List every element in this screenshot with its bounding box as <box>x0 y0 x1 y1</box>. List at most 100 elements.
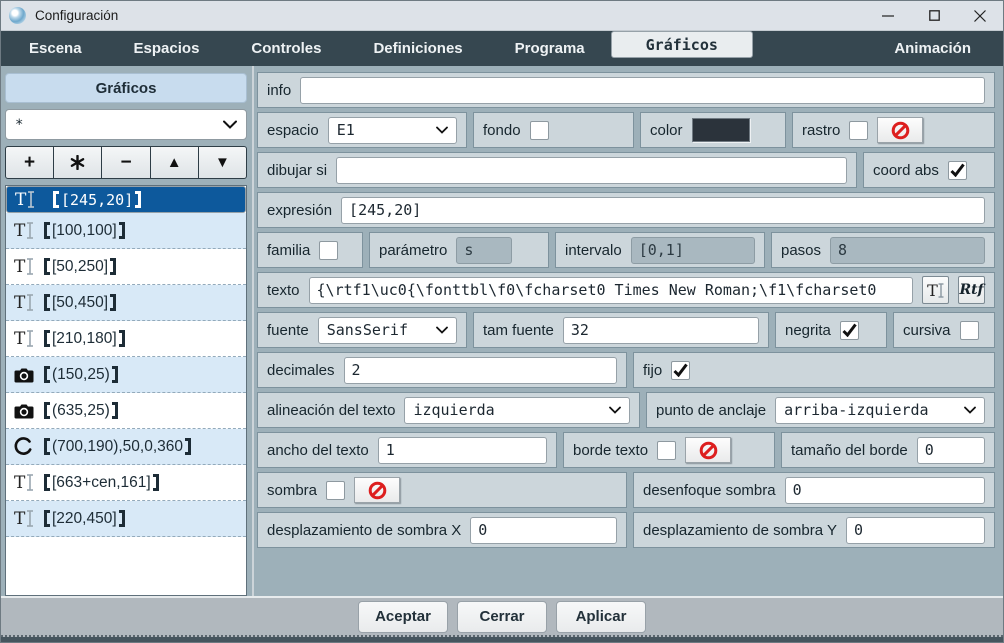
list-item[interactable]: T [50,250] <box>6 249 246 285</box>
fuente-group: fuente SansSerif <box>257 312 467 348</box>
despl-x-label: desplazamiento de sombra X <box>267 522 461 539</box>
rastro-checkbox[interactable] <box>849 121 868 140</box>
aplicar-button[interactable]: Aplicar <box>556 601 646 633</box>
text-cursor-icon: T <box>14 329 44 349</box>
fuente-select[interactable]: SansSerif <box>318 317 457 344</box>
intervalo-label: intervalo <box>565 242 622 259</box>
tab-definiciones[interactable]: Definiciones <box>347 31 488 66</box>
item-label: [100,100] <box>44 222 125 240</box>
despl-x-group: desplazamiento de sombra X 0 <box>257 512 627 548</box>
cerrar-button[interactable]: Cerrar <box>457 601 547 633</box>
triangle-up-icon: ▲ <box>167 154 182 171</box>
tab-graficos[interactable]: Gráficos <box>611 31 753 58</box>
minimize-button[interactable] <box>865 1 911 30</box>
decimales-group: decimales 2 <box>257 352 627 388</box>
plain-text-button[interactable]: T <box>922 276 949 304</box>
alineacion-select[interactable]: izquierda <box>404 397 630 424</box>
text-cursor-icon: T <box>927 281 938 300</box>
borde-texto-checkbox[interactable] <box>657 441 676 460</box>
rastro-group: rastro <box>792 112 995 148</box>
rastro-clear-button[interactable] <box>877 117 923 143</box>
text-cursor-icon: T <box>14 293 44 313</box>
fijo-checkbox[interactable] <box>671 361 690 380</box>
ancho-texto-input[interactable]: 1 <box>378 437 547 464</box>
pasos-label: pasos <box>781 242 821 259</box>
list-item[interactable]: T [100,100] <box>6 213 246 249</box>
color-swatch[interactable] <box>692 118 750 142</box>
window-bottom-edge <box>1 637 1003 642</box>
expresion-input[interactable]: [245,20] <box>341 197 985 224</box>
minimize-icon <box>882 10 894 22</box>
aceptar-button[interactable]: Aceptar <box>358 601 448 633</box>
tab-espacios[interactable]: Espacios <box>108 31 226 66</box>
list-item[interactable]: T [50,450] <box>6 285 246 321</box>
texto-input[interactable]: {\rtf1\uc0{\fonttbl\f0\fcharset0 Times N… <box>309 277 913 304</box>
despl-x-input[interactable]: 0 <box>470 517 617 544</box>
list-item[interactable]: (700,190),50,0,360 <box>6 429 246 465</box>
graphics-list: T [245,20] T [100,100] T [50,250] T [50,… <box>5 185 247 596</box>
rastro-label: rastro <box>802 122 840 139</box>
close-icon <box>974 10 986 22</box>
color-group: color <box>640 112 786 148</box>
dibujar-si-label: dibujar si <box>267 162 327 179</box>
rtf-editor-button[interactable]: Rtf <box>958 276 985 304</box>
sombra-checkbox[interactable] <box>326 481 345 500</box>
move-up-button[interactable]: ▲ <box>150 146 199 179</box>
tab-animacion[interactable]: Animación <box>868 31 997 66</box>
check-icon <box>673 363 688 377</box>
check-icon <box>950 163 965 177</box>
cursiva-checkbox[interactable] <box>960 321 979 340</box>
list-item[interactable]: T [210,180] <box>6 321 246 357</box>
text-cursor-icon: T <box>14 473 44 493</box>
maximize-button[interactable] <box>911 1 957 30</box>
duplicate-graphic-button[interactable] <box>53 146 102 179</box>
chevron-down-icon <box>436 126 448 134</box>
despl-y-input[interactable]: 0 <box>846 517 985 544</box>
remove-graphic-button[interactable]: − <box>101 146 150 179</box>
list-item[interactable]: (635,25) <box>6 393 246 429</box>
window-controls <box>865 1 1003 30</box>
cursiva-label: cursiva <box>903 322 951 339</box>
item-label: [220,450] <box>44 510 125 528</box>
tamano-borde-input[interactable]: 0 <box>917 437 985 464</box>
decimales-input[interactable]: 2 <box>344 357 617 384</box>
text-cursor-icon: T <box>14 509 44 529</box>
list-item[interactable]: T [663+cen,161] <box>6 465 246 501</box>
coord-abs-checkbox[interactable] <box>948 161 967 180</box>
anclaje-select[interactable]: arriba-izquierda <box>775 397 985 424</box>
fondo-label: fondo <box>483 122 521 139</box>
tab-controles[interactable]: Controles <box>225 31 347 66</box>
forbidden-icon <box>368 481 387 500</box>
dibujar-si-input[interactable] <box>336 157 847 184</box>
dialog-body: Gráficos * + − ▲ ▼ T [245,20] <box>1 66 1003 596</box>
move-down-button[interactable]: ▼ <box>198 146 247 179</box>
list-item[interactable]: T [245,20] <box>6 186 246 213</box>
add-graphic-button[interactable]: + <box>5 146 54 179</box>
familia-group: familia <box>257 232 363 268</box>
close-button[interactable] <box>957 1 1003 30</box>
tab-programa[interactable]: Programa <box>489 31 611 66</box>
sombra-clear-button[interactable] <box>354 477 400 503</box>
negrita-checkbox[interactable] <box>840 321 859 340</box>
list-item[interactable]: (150,25) <box>6 357 246 393</box>
borde-texto-clear-button[interactable] <box>685 437 731 463</box>
coord-abs-label: coord abs <box>873 162 939 179</box>
parametro-label: parámetro <box>379 242 447 259</box>
list-item[interactable]: T [220,450] <box>6 501 246 537</box>
window-title: Configuración <box>35 8 118 23</box>
tab-escena[interactable]: Escena <box>3 31 108 66</box>
anclaje-label: punto de anclaje <box>656 402 766 419</box>
desenfoque-input[interactable]: 0 <box>785 477 985 504</box>
tam-fuente-input[interactable]: 32 <box>563 317 759 344</box>
item-label: [50,450] <box>44 294 116 312</box>
graphics-filter-dropdown[interactable]: * <box>5 109 247 140</box>
info-input[interactable] <box>300 77 985 104</box>
familia-checkbox[interactable] <box>319 241 338 260</box>
negrita-label: negrita <box>785 322 831 339</box>
fondo-checkbox[interactable] <box>530 121 549 140</box>
list-toolbar: + − ▲ ▼ <box>5 146 247 179</box>
espacio-group: espacio E1 <box>257 112 467 148</box>
ancho-texto-label: ancho del texto <box>267 442 369 459</box>
fijo-label: fijo <box>643 362 662 379</box>
espacio-select[interactable]: E1 <box>328 117 457 144</box>
